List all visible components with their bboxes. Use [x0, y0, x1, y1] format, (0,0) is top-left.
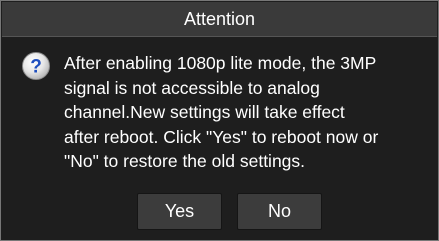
- no-button[interactable]: No: [237, 193, 322, 230]
- svg-text:?: ?: [30, 57, 42, 78]
- attention-dialog: Attention ? After enabling 1080p lite mo…: [0, 0, 439, 241]
- dialog-message: After enabling 1080p lite mode, the 3MP …: [64, 53, 379, 172]
- yes-button[interactable]: Yes: [137, 193, 222, 230]
- dialog-title-bar: Attention: [2, 2, 437, 37]
- dialog-title: Attention: [183, 8, 256, 29]
- question-icon: ?: [22, 52, 50, 80]
